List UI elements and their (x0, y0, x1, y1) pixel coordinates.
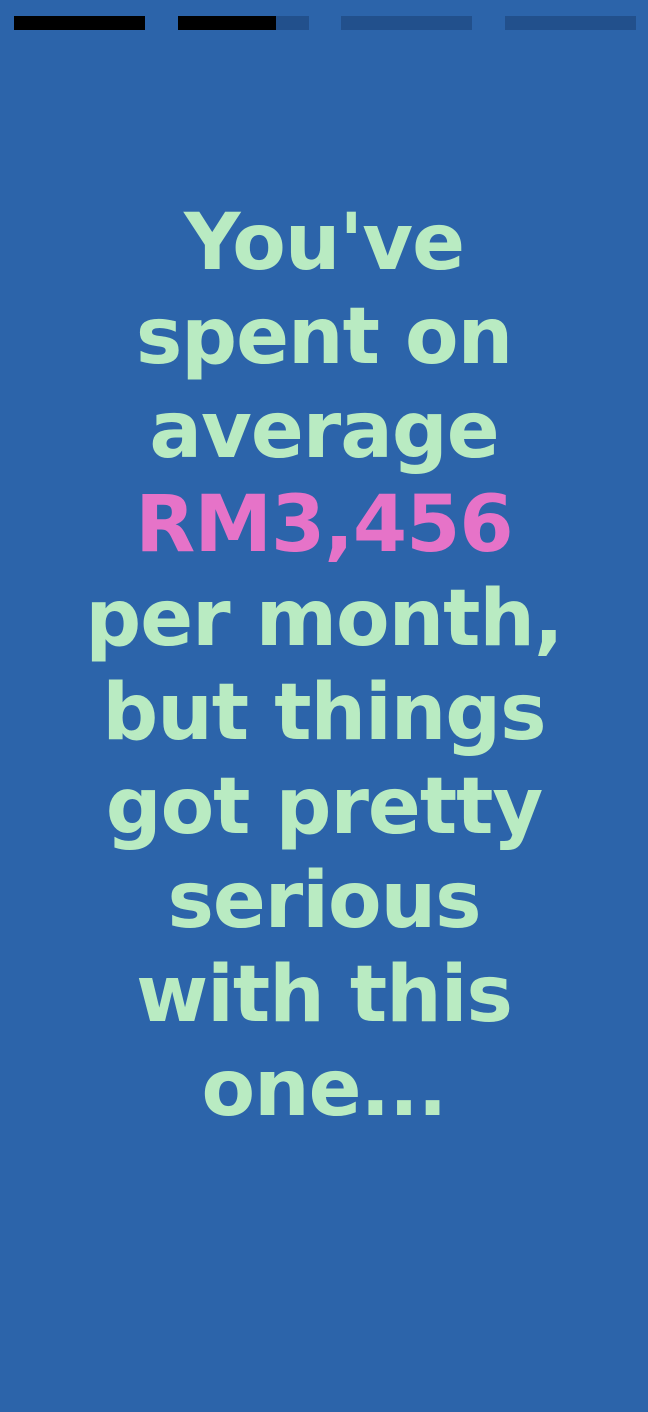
progress-segment (341, 16, 473, 30)
progress-segment (14, 16, 145, 30)
story-line: spent on (135, 292, 513, 382)
story-line: per month, (85, 574, 563, 664)
story-line: but things (102, 668, 546, 758)
story-message: You've spent on average RM3,456 per mont… (30, 196, 618, 1136)
story-line: got pretty (105, 762, 543, 852)
story-screen[interactable]: You've spent on average RM3,456 per mont… (0, 0, 648, 1412)
spending-amount: RM3,456 (135, 480, 513, 570)
progress-segment-fill (14, 16, 145, 30)
progress-segment-fill (177, 16, 276, 30)
progress-segment (177, 16, 309, 30)
story-line: average (149, 386, 499, 476)
story-line: with this (136, 950, 513, 1040)
story-line: one... (201, 1044, 448, 1134)
story-line: serious (167, 856, 481, 946)
progress-segment (504, 16, 636, 30)
story-line: You've (183, 198, 465, 288)
story-progress-bar (14, 16, 636, 30)
